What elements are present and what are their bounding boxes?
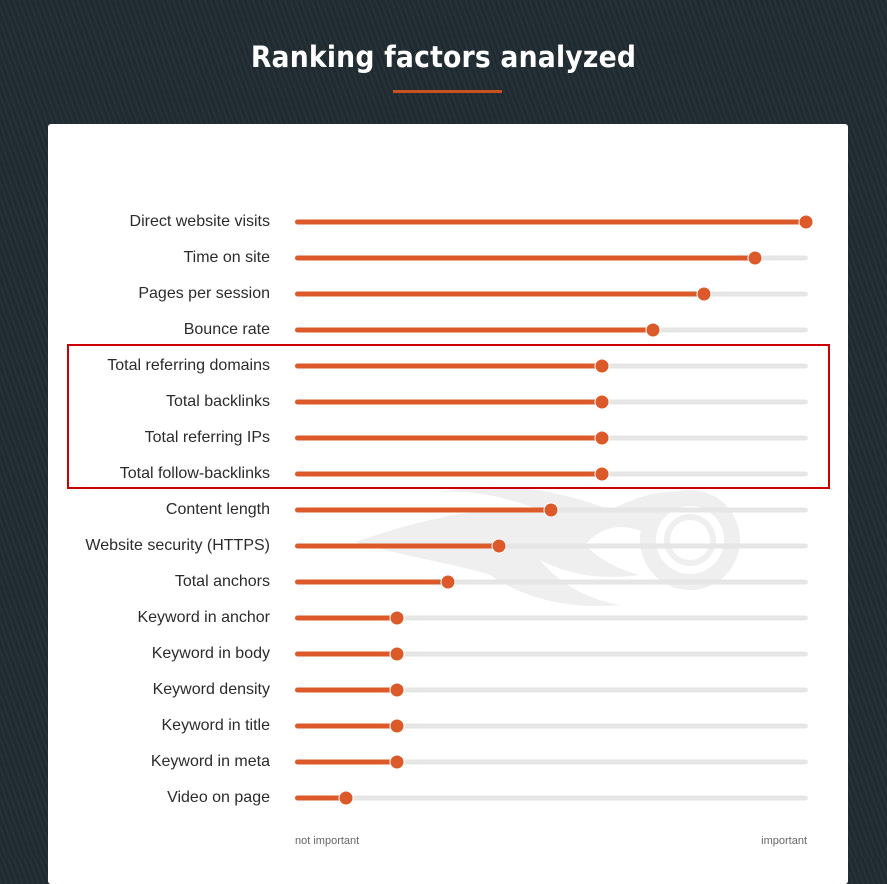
- factor-value-dot: [389, 754, 405, 770]
- title-underline: [393, 90, 502, 93]
- factor-bar: [295, 291, 704, 297]
- factor-track: [295, 543, 808, 549]
- factor-bar: [295, 543, 500, 549]
- factor-bar: [295, 327, 653, 333]
- factor-bar: [295, 723, 398, 729]
- factor-bar: [295, 759, 398, 765]
- factor-label: Keyword in meta: [150, 753, 270, 770]
- factor-value-dot: [389, 646, 405, 662]
- factor-track: [295, 291, 808, 297]
- factor-track: [295, 795, 808, 801]
- factor-track: [295, 615, 808, 621]
- factor-track: [295, 759, 808, 765]
- scale-min-label: not important: [295, 835, 360, 847]
- factor-bar: [295, 651, 398, 657]
- factor-bar: [295, 507, 551, 513]
- factor-bar: [295, 687, 398, 693]
- factor-bar: [295, 579, 449, 585]
- factor-value-dot: [491, 538, 507, 554]
- factor-track: [295, 687, 808, 693]
- factor-label: Keyword in body: [151, 645, 270, 662]
- factor-label: Time on site: [183, 249, 270, 266]
- factor-track: [295, 219, 808, 225]
- factor-track: [295, 327, 808, 333]
- factor-label: Pages per session: [138, 285, 270, 302]
- highlight-box: [67, 344, 830, 489]
- factor-label: Direct website visits: [129, 213, 270, 230]
- factor-track: [295, 579, 808, 585]
- factor-value-dot: [645, 322, 661, 338]
- factor-label: Website security (HTTPS): [85, 537, 270, 554]
- factor-value-dot: [389, 610, 405, 626]
- factor-bar: [295, 615, 398, 621]
- factor-label: Keyword in anchor: [137, 609, 270, 626]
- factor-track: [295, 255, 808, 261]
- factor-track: [295, 651, 808, 657]
- factor-value-dot: [696, 286, 712, 302]
- factor-label: Content length: [165, 501, 270, 518]
- scale-max-label: important: [761, 835, 807, 847]
- factor-label: Bounce rate: [183, 321, 270, 338]
- factor-label: Total anchors: [174, 573, 270, 590]
- factor-label: Video on page: [167, 789, 270, 806]
- factor-bar: [295, 255, 755, 261]
- factor-track: [295, 723, 808, 729]
- factor-value-dot: [543, 502, 558, 518]
- factor-value-dot: [338, 790, 354, 806]
- factor-value-dot: [440, 574, 456, 590]
- factor-label: Keyword density: [152, 681, 270, 698]
- factor-label: Keyword in title: [161, 717, 271, 734]
- factor-value-dot: [747, 250, 763, 266]
- factor-bar: [295, 219, 806, 225]
- factor-value-dot: [389, 682, 405, 698]
- factor-value-dot: [798, 214, 814, 230]
- factor-value-dot: [389, 718, 405, 734]
- page-title: Ranking factors analyzed: [250, 40, 637, 74]
